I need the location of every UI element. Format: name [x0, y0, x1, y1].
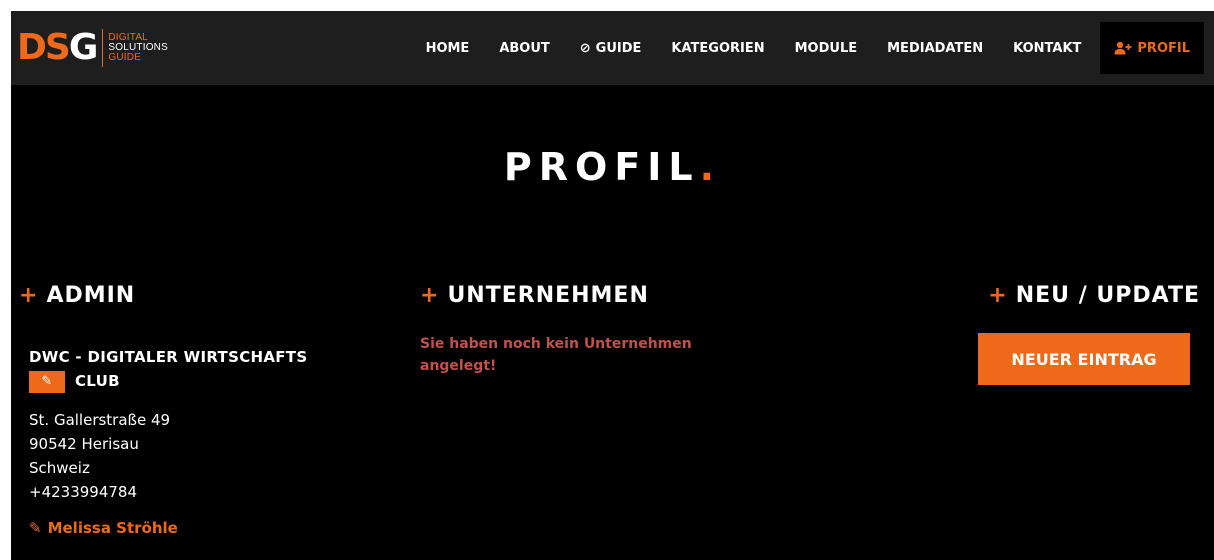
main-nav: HOME ABOUT ⊘ GUIDE KATEGORIEN MODULE MEDI…	[411, 11, 1214, 85]
site-header: DSG DIGITAL SOLUTIONS GUIDE HOME ABOUT ⊘…	[11, 11, 1214, 85]
plus-icon: +	[19, 283, 39, 308]
new-entry-button[interactable]: NEUER EINTRAG	[978, 333, 1190, 385]
compass-icon: ⊘	[579, 40, 591, 56]
edit-contact-link[interactable]: ✎ Melissa Ströhle	[29, 519, 178, 537]
nav-module[interactable]: MODULE	[780, 11, 873, 85]
plus-icon: +	[420, 283, 440, 308]
logo-mark: DSG	[17, 27, 98, 68]
edit-icon: ✎	[29, 519, 42, 537]
user-plus-icon	[1114, 41, 1132, 55]
nav-profil[interactable]: PROFIL	[1100, 22, 1204, 74]
unternehmen-heading: + UNTERNEHMEN	[420, 283, 649, 308]
edit-icon: ✎	[41, 373, 53, 389]
logo[interactable]: DSG DIGITAL SOLUTIONS GUIDE	[17, 20, 168, 76]
nav-about[interactable]: ABOUT	[484, 11, 564, 85]
logo-divider	[102, 29, 104, 67]
company-name: DWC - DIGITALER WIRTSCHAFTS ✎ CLUB	[29, 345, 369, 393]
admin-heading: + ADMIN	[19, 283, 136, 308]
nav-kategorien[interactable]: KATEGORIEN	[656, 11, 779, 85]
address-country: Schweiz	[29, 459, 90, 477]
nav-mediadaten[interactable]: MEDIADATEN	[872, 11, 998, 85]
page-frame: DSG DIGITAL SOLUTIONS GUIDE HOME ABOUT ⊘…	[11, 11, 1214, 560]
nav-guide[interactable]: ⊘ GUIDE	[565, 11, 657, 85]
company-address: St. Gallerstraße 49 90542 Herisau Schwei…	[29, 408, 170, 504]
nav-home[interactable]: HOME	[411, 11, 485, 85]
address-phone: +4233994784	[29, 483, 138, 501]
no-company-message: Sie haben noch kein Unternehmen angelegt…	[420, 336, 692, 374]
nav-kontakt[interactable]: KONTAKT	[998, 11, 1096, 85]
neu-update-heading: + NEU / UPDATE	[988, 283, 1200, 308]
address-city: 90542 Herisau	[29, 435, 139, 453]
plus-icon: +	[988, 283, 1008, 308]
address-street: St. Gallerstraße 49	[29, 411, 171, 429]
page-title: PROFIL.	[503, 145, 722, 189]
edit-company-button[interactable]: ✎	[29, 370, 65, 393]
logo-text: DIGITAL SOLUTIONS GUIDE	[108, 32, 168, 63]
